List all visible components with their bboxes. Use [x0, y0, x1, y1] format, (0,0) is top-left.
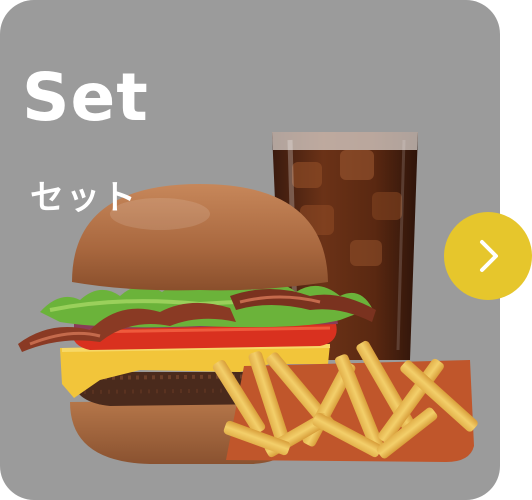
category-title: Set — [22, 59, 149, 136]
next-button[interactable] — [444, 212, 532, 300]
category-subtitle: セット — [30, 178, 138, 218]
french-fries — [212, 340, 478, 462]
menu-category-card-set[interactable]: Set セット — [0, 0, 500, 500]
chevron-right-icon — [480, 240, 498, 272]
